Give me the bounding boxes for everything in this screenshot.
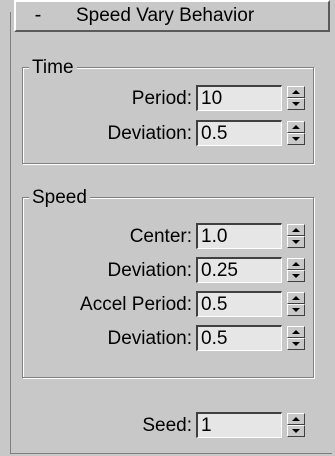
spinner-up-arrow-icon[interactable] bbox=[287, 413, 305, 425]
speed-vary-behavior-panel: - Speed Vary Behavior Time Period: Devia… bbox=[0, 0, 335, 456]
time-group-legend: Time bbox=[29, 58, 77, 77]
spinner-up-arrow-icon[interactable] bbox=[287, 224, 305, 236]
speed-deviation-input[interactable] bbox=[196, 257, 282, 283]
accel-period-row: Accel Period: bbox=[80, 291, 316, 321]
seed-label: Seed: bbox=[142, 415, 192, 436]
spinner-up-arrow-icon[interactable] bbox=[287, 326, 305, 338]
time-deviation-label: Deviation: bbox=[107, 123, 193, 144]
speed-deviation-spinner[interactable] bbox=[287, 258, 305, 282]
seed-row: Seed: bbox=[142, 412, 316, 442]
center-input[interactable] bbox=[196, 223, 282, 249]
period-input[interactable] bbox=[196, 85, 282, 111]
collapse-toggle-icon: - bbox=[34, 4, 42, 26]
rollout-header-button[interactable]: - Speed Vary Behavior bbox=[14, 0, 330, 32]
time-deviation-spinner[interactable] bbox=[287, 121, 305, 145]
rollout-title: Speed Vary Behavior bbox=[76, 5, 255, 26]
accel-deviation-input[interactable] bbox=[196, 325, 282, 351]
speed-deviation-label: Deviation: bbox=[107, 260, 193, 281]
time-deviation-input[interactable] bbox=[196, 120, 282, 146]
period-label: Period: bbox=[131, 88, 192, 109]
seed-spinner[interactable] bbox=[287, 413, 305, 437]
center-spinner[interactable] bbox=[287, 224, 305, 248]
spinner-down-arrow-icon[interactable] bbox=[287, 98, 305, 110]
spinner-up-arrow-icon[interactable] bbox=[287, 292, 305, 304]
spinner-down-arrow-icon[interactable] bbox=[287, 304, 305, 316]
spinner-down-arrow-icon[interactable] bbox=[287, 338, 305, 350]
period-spinner[interactable] bbox=[287, 86, 305, 110]
accel-deviation-row: Deviation: bbox=[108, 325, 316, 355]
speed-deviation-row: Deviation: bbox=[108, 257, 316, 287]
seed-input[interactable] bbox=[196, 412, 282, 438]
speed-group-legend: Speed bbox=[29, 188, 90, 207]
time-deviation-row: Deviation: bbox=[108, 120, 316, 150]
accel-period-input[interactable] bbox=[196, 291, 282, 317]
accel-period-spinner[interactable] bbox=[287, 292, 305, 316]
accel-deviation-label: Deviation: bbox=[107, 328, 193, 349]
period-row: Period: bbox=[132, 85, 316, 115]
accel-period-label: Accel Period: bbox=[80, 294, 192, 315]
spinner-up-arrow-icon[interactable] bbox=[287, 121, 305, 133]
center-label: Center: bbox=[129, 226, 192, 247]
spinner-down-arrow-icon[interactable] bbox=[287, 425, 305, 437]
spinner-up-arrow-icon[interactable] bbox=[287, 258, 305, 270]
spinner-up-arrow-icon[interactable] bbox=[287, 86, 305, 98]
accel-deviation-spinner[interactable] bbox=[287, 326, 305, 350]
spinner-down-arrow-icon[interactable] bbox=[287, 133, 305, 145]
spinner-down-arrow-icon[interactable] bbox=[287, 236, 305, 248]
center-row: Center: bbox=[130, 223, 316, 253]
spinner-down-arrow-icon[interactable] bbox=[287, 270, 305, 282]
